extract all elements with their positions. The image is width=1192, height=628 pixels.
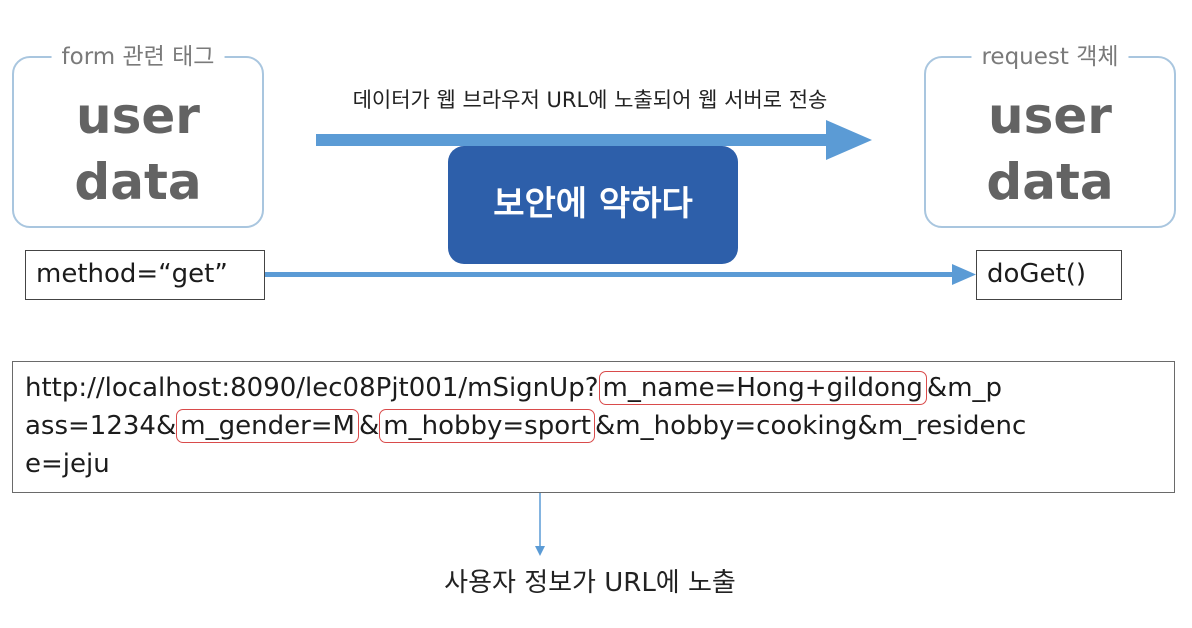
exposure-description: 사용자 정보가 URL에 노출	[444, 568, 736, 598]
exposure-arrow-head	[535, 546, 545, 556]
param-gender-highlight: m_gender=M	[176, 409, 359, 443]
url-line-1-suffix: &m_p	[926, 373, 1003, 403]
method-get-box: method=“get”	[25, 250, 265, 300]
form-tag-caption: form 관련 태그	[51, 42, 225, 72]
url-line-3: e=jeju	[25, 449, 110, 479]
url-line-2-suffix: &m_hobby=cooking&m_residenc	[595, 411, 1027, 441]
request-object-caption: request 객체	[971, 42, 1129, 72]
doget-box: doGet()	[976, 250, 1122, 300]
url-line-2: ass=1234& m_gender=M & m_hobby=sport &m_hobb…	[25, 408, 1026, 444]
transmit-description: 데이터가 웹 브라우저 URL에 노출되어 웹 서버로 전송	[352, 88, 828, 112]
form-tag-panel: form 관련 태그 user data	[12, 42, 264, 228]
url-line-1: http://localhost:8090/lec08Pjt001/mSignU…	[25, 370, 1002, 406]
param-hobby-highlight: m_hobby=sport	[379, 409, 595, 443]
request-data-text: data	[986, 153, 1114, 211]
security-warning-text: 보안에 약하다	[493, 184, 693, 224]
transmit-arrow-head	[826, 120, 872, 160]
request-user-text: user	[988, 87, 1112, 145]
url-example-box: http://localhost:8090/lec08Pjt001/mSignU…	[12, 361, 1175, 493]
url-line-2-prefix: ass=1234&	[25, 411, 177, 441]
method-arrow-shaft	[265, 272, 955, 277]
form-data-text: data	[74, 153, 202, 211]
transmit-arrow-shaft	[316, 134, 828, 146]
method-arrow-head	[952, 264, 976, 285]
param-name-highlight: m_name=Hong+gildong	[598, 371, 927, 405]
security-warning-badge: 보안에 약하다	[448, 146, 738, 264]
request-object-panel: request 객체 user data	[924, 42, 1176, 228]
url-line-2-separator: &	[358, 411, 380, 441]
form-user-text: user	[76, 87, 200, 145]
url-base: http://localhost:8090/lec08Pjt001/mSignU…	[25, 373, 599, 403]
